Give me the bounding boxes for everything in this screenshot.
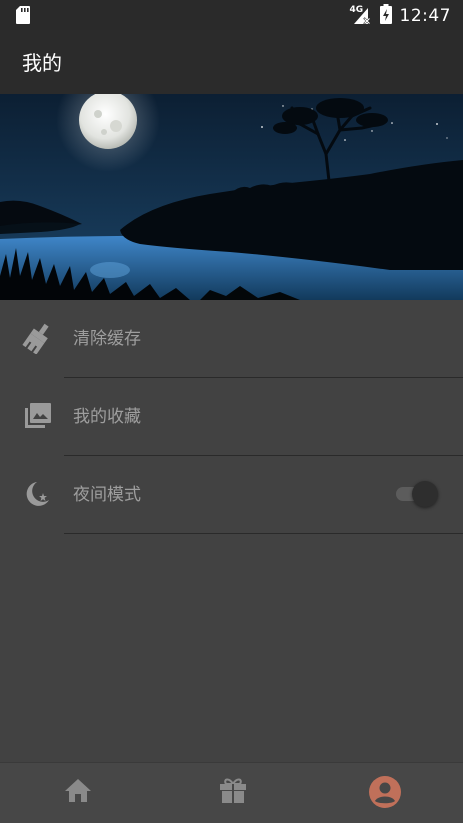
nav-tab-gift[interactable]	[213, 775, 253, 809]
page-title: 我的	[22, 51, 62, 75]
cellular-signal-icon: 4G	[350, 5, 372, 26]
nav-tab-home[interactable]	[58, 775, 98, 809]
menu-item-night-mode[interactable]: 夜间模式	[0, 456, 463, 534]
status-indicators: 4G 12:47	[350, 4, 452, 28]
home-icon	[58, 775, 98, 805]
divider	[64, 533, 463, 534]
account-icon	[365, 775, 405, 809]
moon-stars-icon	[22, 478, 52, 510]
broom-icon	[22, 322, 52, 355]
header-banner-image	[0, 94, 463, 300]
app-bar: 我的	[0, 30, 463, 94]
clock: 12:47	[399, 6, 451, 26]
settings-menu: 清除缓存 我的收藏 夜间模式	[0, 300, 463, 534]
sd-card-icon	[16, 6, 30, 28]
photo-library-icon	[22, 400, 52, 432]
battery-charging-icon	[379, 4, 392, 28]
menu-item-label: 清除缓存	[73, 329, 141, 349]
menu-item-favorites[interactable]: 我的收藏	[0, 378, 463, 456]
toggle-thumb	[412, 481, 438, 507]
bottom-navigation	[0, 762, 463, 823]
menu-item-clear-cache[interactable]: 清除缓存	[0, 300, 463, 378]
night-mode-toggle[interactable]	[396, 480, 440, 510]
menu-item-label: 夜间模式	[73, 485, 141, 505]
gift-icon	[213, 775, 253, 805]
nav-tab-account[interactable]	[365, 775, 405, 809]
status-bar: 4G 12:47	[0, 0, 463, 30]
menu-item-label: 我的收藏	[73, 407, 141, 427]
